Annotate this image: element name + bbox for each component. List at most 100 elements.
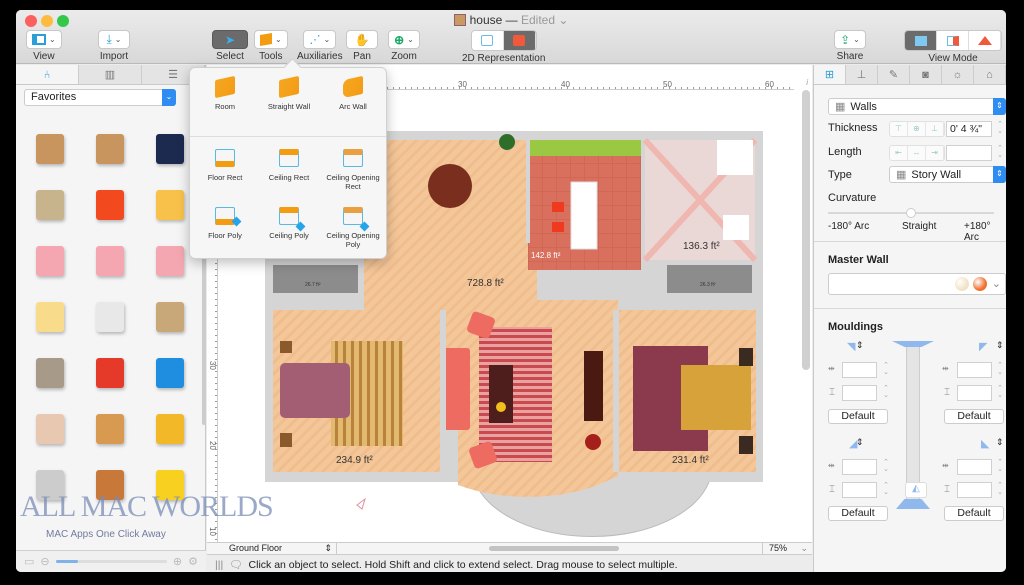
tool-ceiling-opening-rect[interactable]: Ceiling Opening Rect — [320, 149, 386, 191]
library-item[interactable] — [20, 233, 80, 289]
stepper[interactable]: ⌃ ⌄ — [882, 482, 890, 498]
view-mode-3d-button[interactable] — [969, 31, 1001, 50]
bottom-right-width-input[interactable] — [957, 459, 992, 475]
tool-ceiling-rect[interactable]: Ceiling Rect — [256, 149, 322, 182]
tab-materials[interactable]: ▥ — [79, 65, 142, 84]
tab-light[interactable]: ☼ — [942, 65, 974, 84]
curvature-slider[interactable] — [828, 208, 994, 218]
representation-outline-button[interactable] — [471, 31, 504, 50]
tools-control[interactable]: ⌄ Tools — [254, 30, 288, 62]
tab-furniture[interactable]: ⑃ — [16, 65, 79, 84]
tool-arc-wall[interactable]: Arc Wall — [320, 75, 386, 111]
library-item[interactable] — [80, 289, 140, 345]
chevron-updown-icon[interactable]: ⇕ — [996, 437, 1004, 448]
zoom-control[interactable]: ⊕ ⌄ Zoom — [388, 30, 420, 62]
representation-control[interactable]: 2D Representation — [462, 30, 545, 64]
bottom-left-height-input[interactable] — [842, 482, 877, 498]
master-wall-select[interactable]: ⌄ — [828, 273, 1006, 295]
view-button[interactable]: ⌄ — [26, 30, 62, 49]
category-select[interactable]: Favorites ⌄ — [24, 89, 176, 106]
arrow-both-icon[interactable]: ↔ — [908, 146, 926, 160]
default-button[interactable]: Default — [944, 409, 1004, 424]
thickness-align-buttons[interactable]: ⊤ ⊕ ⊥ — [889, 121, 945, 137]
image-icon[interactable]: ▭ — [24, 555, 34, 568]
library-item[interactable] — [80, 345, 140, 401]
auxiliaries-button[interactable]: ⋰ ⌄ — [303, 30, 337, 49]
default-button[interactable]: Default — [828, 506, 888, 521]
align-bottom-icon[interactable]: ⊥ — [926, 122, 944, 136]
representation-segmented[interactable] — [470, 30, 537, 51]
top-right-width-input[interactable] — [957, 362, 992, 378]
top-left-width-input[interactable] — [842, 362, 877, 378]
view-mode-plan-button[interactable] — [905, 31, 937, 50]
view-mode-control[interactable]: View Mode — [904, 30, 1002, 64]
align-center-icon[interactable]: ⊕ — [908, 122, 926, 136]
wall-type-select[interactable]: ▦ Story Wall ⇕ — [889, 166, 1006, 183]
curvature-slider-thumb[interactable] — [906, 208, 916, 218]
chevron-updown-icon[interactable]: ⇕ — [856, 340, 864, 351]
library-item[interactable] — [140, 289, 200, 345]
default-button[interactable]: Default — [828, 409, 888, 424]
select-control[interactable]: ➤ Select — [212, 30, 248, 62]
arrow-right-icon[interactable]: ⇥ — [926, 146, 944, 160]
pan-control[interactable]: ✋ Pan — [346, 30, 378, 62]
pan-button[interactable]: ✋ — [346, 30, 378, 49]
tab-pencil[interactable]: ✎ — [878, 65, 910, 84]
tool-room[interactable]: Room — [192, 75, 258, 111]
view-mode-split-button[interactable] — [937, 31, 969, 50]
length-input[interactable] — [946, 145, 992, 161]
import-control[interactable]: ⤓ ⌄ Import — [98, 30, 130, 62]
tool-floor-rect[interactable]: Floor Rect — [192, 149, 258, 182]
thumbnail-size-slider[interactable] — [55, 560, 167, 563]
tab-camera[interactable]: ◙ — [910, 65, 942, 84]
representation-filled-button[interactable] — [503, 31, 536, 50]
stepper[interactable]: ⌃ ⌄ — [882, 459, 890, 475]
object-type-select[interactable]: ▦ Walls ⇕ — [828, 98, 1006, 115]
library-item[interactable] — [20, 345, 80, 401]
stepper[interactable]: ⌃ ⌄ — [996, 385, 1004, 401]
help-bubble-icon[interactable]: 🗨 — [229, 559, 242, 571]
tab-paint[interactable]: ⊥ — [846, 65, 878, 84]
tool-ceiling-poly[interactable]: Ceiling Poly — [256, 207, 322, 240]
drag-handle-icon[interactable]: ||| — [215, 559, 223, 571]
library-item[interactable] — [20, 177, 80, 233]
stepper[interactable]: ⌃ ⌄ — [996, 362, 1004, 378]
chevron-updown-icon[interactable]: ⇕ — [996, 340, 1004, 351]
zoom-button[interactable]: ⊕ ⌄ — [388, 30, 420, 49]
arrow-left-icon[interactable]: ⇤ — [890, 146, 908, 160]
default-button[interactable]: Default — [944, 506, 1004, 521]
share-control[interactable]: ⇪ ⌄ Share — [834, 30, 866, 62]
top-right-height-input[interactable] — [957, 385, 992, 401]
view-control[interactable]: ⌄ View — [26, 30, 62, 62]
stepper[interactable]: ⌃ ⌄ — [882, 362, 890, 378]
bottom-right-height-input[interactable] — [957, 482, 992, 498]
tool-straight-wall[interactable]: Straight Wall — [256, 75, 322, 111]
select-button[interactable]: ➤ — [212, 30, 248, 49]
gear-icon[interactable]: ⚙ — [188, 555, 198, 568]
zoom-out-icon[interactable]: ⊖ — [40, 555, 49, 568]
tab-building[interactable]: ⌂ — [974, 65, 1006, 84]
bottom-left-width-input[interactable] — [842, 459, 877, 475]
thickness-stepper[interactable]: ⌃ ⌄ — [996, 121, 1004, 137]
thickness-input[interactable]: 0' 4 ¾" — [946, 121, 992, 137]
library-item[interactable] — [80, 177, 140, 233]
mirror-button[interactable]: ◭ — [905, 482, 927, 498]
stepper[interactable]: ⌃ ⌄ — [882, 385, 890, 401]
tool-floor-poly[interactable]: Floor Poly — [192, 207, 258, 240]
library-item[interactable] — [20, 401, 80, 457]
tool-ceiling-opening-poly[interactable]: Ceiling Opening Poly — [320, 207, 386, 249]
align-top-icon[interactable]: ⊤ — [890, 122, 908, 136]
library-item[interactable] — [140, 401, 200, 457]
chevron-down-icon[interactable]: ⌄ — [558, 13, 568, 27]
length-align-buttons[interactable]: ⇤ ↔ ⇥ — [889, 145, 945, 161]
stepper[interactable]: ⌃ ⌄ — [996, 459, 1004, 475]
library-item[interactable] — [80, 121, 140, 177]
zoom-in-icon[interactable]: ⊕ — [173, 555, 182, 568]
canvas-horizontal-scrollbar[interactable] — [489, 546, 619, 551]
top-left-height-input[interactable] — [842, 385, 877, 401]
auxiliaries-control[interactable]: ⋰ ⌄ Auxiliaries — [297, 30, 343, 62]
library-item[interactable] — [80, 401, 140, 457]
library-item[interactable] — [20, 121, 80, 177]
share-button[interactable]: ⇪ ⌄ — [834, 30, 866, 49]
stepper[interactable]: ⌃ ⌄ — [996, 482, 1004, 498]
